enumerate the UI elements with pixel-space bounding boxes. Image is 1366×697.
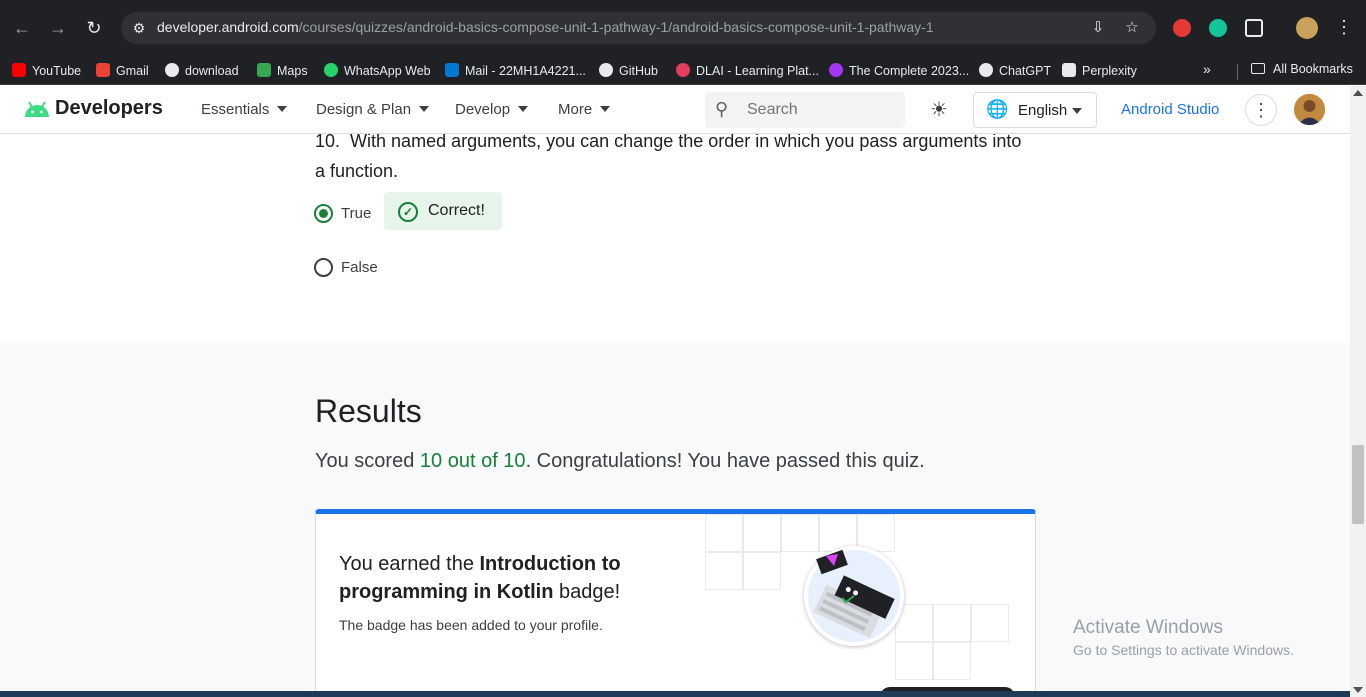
grid-decoration (743, 514, 781, 552)
site-logo-text[interactable]: Developers (55, 97, 163, 120)
chevron-down-icon (518, 106, 529, 112)
chevron-down-icon (600, 106, 611, 112)
chevron-down-icon (277, 106, 288, 112)
outlook-icon (445, 63, 459, 77)
bookmark-udemy[interactable]: The Complete 2023... (829, 62, 969, 80)
forward-arrow-icon[interactable]: → (44, 14, 72, 42)
bookmark-gmail[interactable]: Gmail (96, 62, 149, 80)
option-false-label[interactable]: False (341, 259, 378, 276)
badge-card: You earned the Introduction to programmi… (315, 509, 1036, 697)
all-bookmarks[interactable]: All Bookmarks (1251, 62, 1353, 76)
menu-essentials[interactable]: Essentials (201, 101, 288, 118)
chevron-down-icon (1072, 108, 1082, 114)
page-scrollbar[interactable] (1350, 86, 1366, 697)
perplexity-icon (1062, 63, 1076, 77)
youtube-icon (12, 63, 26, 77)
grid-decoration (705, 514, 743, 552)
bookmark-maps[interactable]: Maps (257, 62, 308, 80)
reload-icon[interactable]: ↻ (80, 14, 108, 42)
radio-false[interactable] (314, 258, 333, 277)
search-box[interactable]: ⚲ (705, 92, 905, 128)
maps-icon (257, 63, 271, 77)
extension-red-icon[interactable] (1173, 19, 1191, 37)
scroll-down-arrow-icon[interactable] (1353, 687, 1363, 693)
option-true-label[interactable]: True (341, 205, 371, 222)
bookmark-youtube[interactable]: YouTube (12, 62, 81, 80)
badge-earned-text: You earned the Introduction to programmi… (339, 553, 621, 603)
menu-more[interactable]: More (558, 101, 611, 118)
bookmark-download[interactable]: download (165, 62, 239, 80)
profile-avatar[interactable] (1294, 94, 1325, 125)
activate-windows-title: Activate Windows (1073, 617, 1223, 638)
scroll-thumb[interactable] (1352, 445, 1364, 524)
menu-develop[interactable]: Develop (455, 101, 529, 118)
bookmark-mail[interactable]: Mail - 22MH1A4221... (445, 62, 586, 80)
bookmark-perplexity[interactable]: Perplexity (1062, 62, 1137, 80)
score-text: You scored 10 out of 10. Congratulations… (315, 450, 925, 472)
avatar-image (1294, 94, 1325, 125)
bookmark-chatgpt[interactable]: ChatGPT (979, 62, 1051, 80)
url-text[interactable]: developer.android.com/courses/quizzes/an… (157, 19, 934, 35)
badge-note: The badge has been added to your profile… (339, 617, 603, 633)
kotlin-badge-icon (804, 546, 904, 646)
whatsapp-icon (324, 63, 338, 77)
bookmark-github[interactable]: GitHub (599, 62, 658, 80)
udemy-icon (829, 63, 843, 77)
badge-illustration (808, 549, 900, 642)
gmail-icon (96, 63, 110, 77)
grid-decoration (895, 642, 933, 680)
android-studio-link[interactable]: Android Studio (1121, 101, 1219, 118)
chatgpt-icon (979, 63, 993, 77)
question-text: 10. With named arguments, you can change… (315, 131, 1022, 181)
android-logo-icon[interactable] (24, 100, 50, 118)
github-icon (599, 63, 613, 77)
bookmark-star-icon[interactable]: ☆ (1123, 19, 1141, 37)
grid-decoration (933, 642, 971, 680)
scroll-up-arrow-icon[interactable] (1353, 90, 1363, 96)
globe-icon: 🌐 (986, 99, 1009, 119)
activate-windows-subtitle: Go to Settings to activate Windows. (1073, 642, 1294, 658)
chevron-down-icon (419, 106, 430, 112)
grid-decoration (705, 552, 743, 590)
results-title: Results (315, 393, 422, 429)
dlai-icon (676, 63, 690, 77)
folder-icon (1251, 63, 1265, 74)
check-circle-icon: ✓ (398, 202, 418, 222)
address-bar[interactable]: ⚙ developer.android.com/courses/quizzes/… (121, 12, 1156, 44)
grammarly-icon[interactable] (1209, 19, 1227, 37)
extensions-puzzle-icon[interactable] (1245, 19, 1263, 37)
feedback-label: Correct! (428, 202, 485, 219)
grid-decoration (743, 552, 781, 590)
site-settings-icon[interactable]: ⚙ (129, 18, 149, 38)
bookmarks-overflow-icon[interactable]: » (1203, 61, 1211, 77)
site-header: Developers Essentials Design & Plan Deve… (0, 86, 1350, 134)
bookmark-whatsapp[interactable]: WhatsApp Web (324, 62, 431, 80)
language-selector[interactable]: 🌐 English (973, 92, 1097, 128)
grid-decoration (971, 604, 1009, 642)
bookmark-dlai[interactable]: DLAI - Learning Plat... (676, 62, 819, 80)
browser-menu-icon[interactable]: ⋮ (1334, 15, 1354, 39)
page-content: 10. With named arguments, you can change… (0, 86, 1350, 697)
correct-feedback: ✓ Correct! (384, 192, 502, 230)
taskbar-edge (0, 691, 1350, 697)
radio-true[interactable] (314, 204, 333, 223)
search-input[interactable] (745, 99, 895, 121)
bookmarks-divider (1237, 64, 1238, 80)
grid-decoration (933, 604, 971, 642)
menu-design-plan[interactable]: Design & Plan (316, 101, 430, 118)
browser-toolbar: ← → ↻ ⚙ developer.android.com/courses/qu… (0, 0, 1366, 55)
browser-profile-avatar[interactable] (1296, 17, 1318, 39)
more-options-icon[interactable]: ⋮ (1245, 94, 1277, 126)
sun-theme-icon[interactable]: ☀ (927, 98, 951, 122)
install-app-icon[interactable]: ⇩ (1089, 19, 1107, 37)
globe-icon (165, 63, 179, 77)
search-spark-icon: ⚲ (715, 99, 729, 119)
bookmarks-bar: YouTube Gmail download Maps WhatsApp Web… (0, 55, 1366, 85)
back-arrow-icon[interactable]: ← (8, 14, 36, 42)
score-value: 10 out of 10 (419, 450, 526, 472)
language-label: English (1018, 102, 1068, 119)
